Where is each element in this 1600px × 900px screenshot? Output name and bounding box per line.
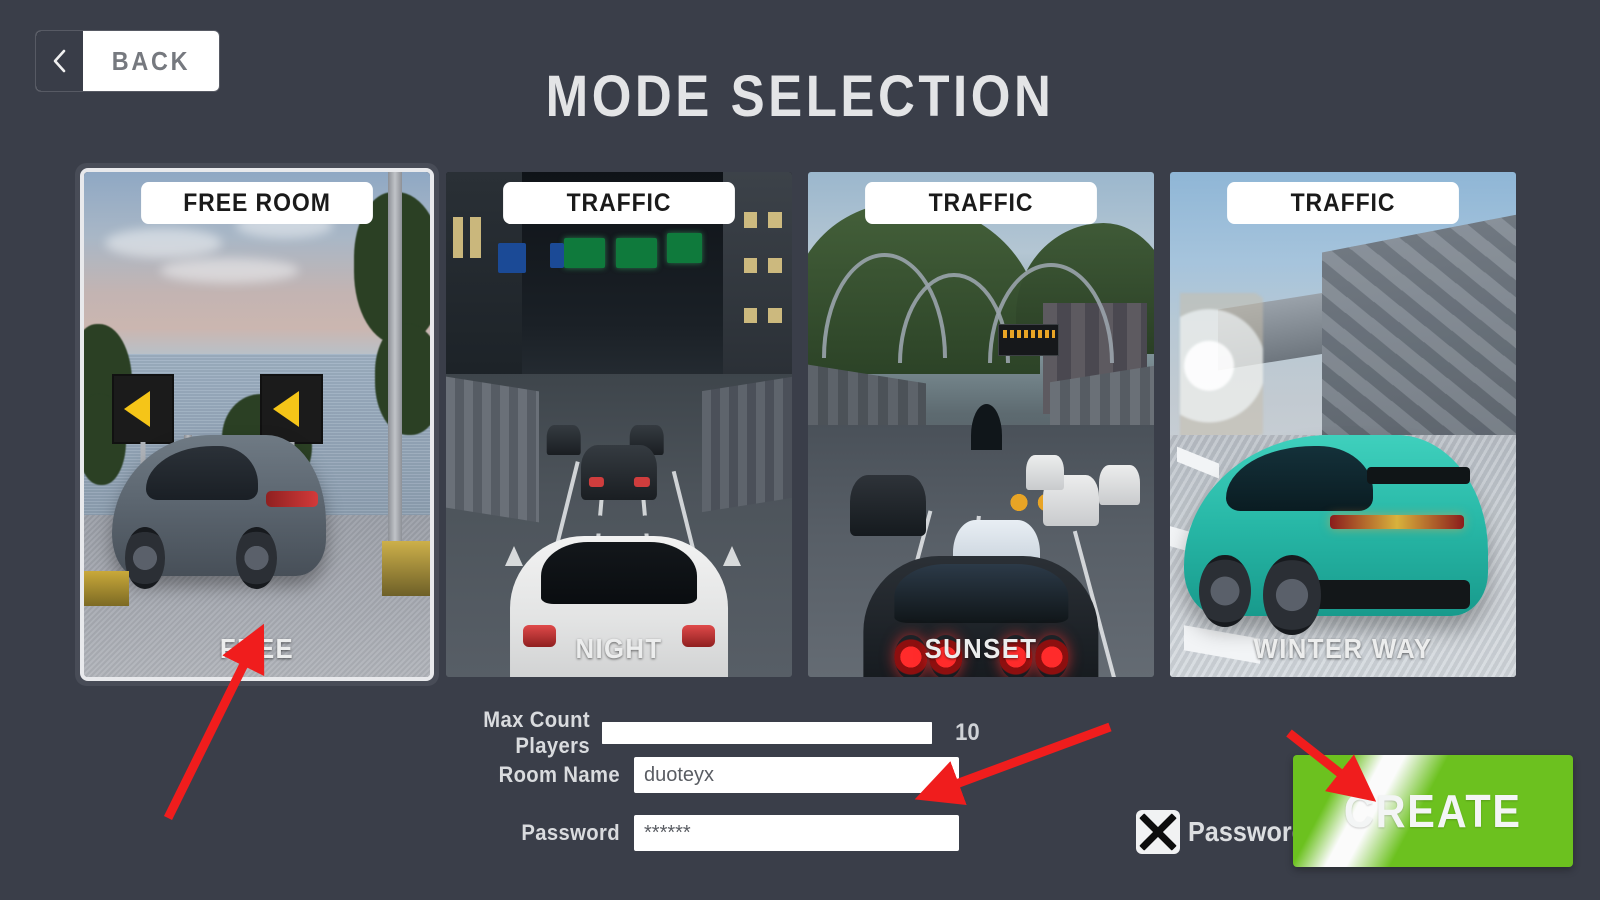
- mode-badge-night: TRAFFIC: [503, 182, 735, 224]
- mode-thumbnail-sunset: [808, 172, 1154, 677]
- mode-name-winter-way: WINTER WAY: [1253, 633, 1433, 664]
- back-chevron-icon: [36, 31, 83, 91]
- x-mark-icon[interactable]: [1136, 810, 1180, 854]
- create-button[interactable]: CREATE: [1293, 755, 1573, 867]
- max-players-slider-fill: [602, 722, 932, 744]
- mode-name-sunset: SUNSET: [924, 633, 1038, 664]
- mode-thumbnail-night: [446, 172, 792, 677]
- room-name-row: Room Name: [430, 757, 959, 793]
- max-players-value: 10: [955, 719, 980, 746]
- mode-thumbnail-winter-way: [1170, 172, 1516, 677]
- mode-card-free-room[interactable]: FREE ROOM FREE: [84, 172, 430, 677]
- room-name-label: Room Name: [498, 762, 620, 787]
- password-toggle-label: Password: [1188, 816, 1308, 847]
- max-players-label: Max Count Players: [483, 707, 590, 758]
- password-input[interactable]: [634, 815, 959, 851]
- max-players-row: Max Count Players 10: [430, 707, 1030, 759]
- room-name-input[interactable]: [634, 757, 959, 793]
- mode-card-night[interactable]: TRAFFIC NIGHT: [446, 172, 792, 677]
- mode-card-list: FREE ROOM FREE TRAFFIC NIGHT TRAFFIC SUN…: [84, 172, 1516, 677]
- password-label: Password: [521, 820, 620, 845]
- mode-badge-sunset: TRAFFIC: [865, 182, 1097, 224]
- mode-badge-winter-way: TRAFFIC: [1227, 182, 1459, 224]
- page-title: MODE SELECTION: [545, 64, 1055, 129]
- mode-thumbnail-free-room: [84, 172, 430, 677]
- mode-name-free: FREE: [219, 633, 295, 664]
- mode-card-winter-way[interactable]: TRAFFIC WINTER WAY: [1170, 172, 1516, 677]
- password-row: Password: [430, 815, 959, 851]
- max-players-slider[interactable]: [602, 722, 932, 744]
- mode-selection-screen: BACK MODE SELECTION FREE ROOM FREE TRAFF…: [0, 0, 1600, 900]
- mode-badge-free-room: FREE ROOM: [141, 182, 373, 224]
- create-button-label: CREATE: [1344, 785, 1522, 837]
- mode-card-sunset[interactable]: TRAFFIC SUNSET: [808, 172, 1154, 677]
- mode-name-night: NIGHT: [575, 633, 663, 664]
